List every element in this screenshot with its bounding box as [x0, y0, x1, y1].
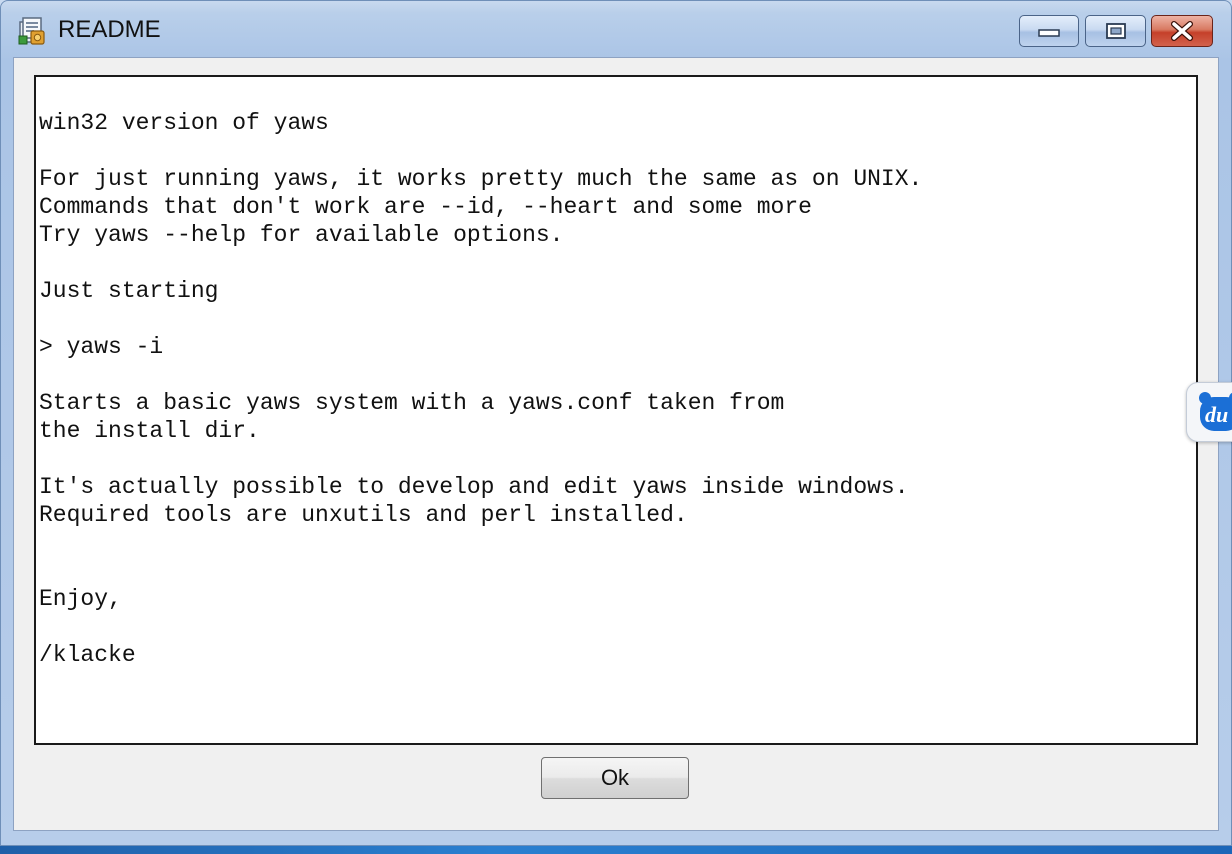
minimize-icon	[1038, 29, 1060, 37]
maximize-icon	[1105, 23, 1126, 39]
close-icon	[1171, 21, 1193, 41]
side-widget-label: du	[1205, 402, 1228, 427]
title-bar[interactable]: README	[1, 1, 1231, 57]
readme-window: README win32 version of yaws For just ru…	[0, 0, 1232, 846]
taskbar-strip	[0, 846, 1232, 854]
dialog-client-area: win32 version of yaws For just running y…	[13, 57, 1219, 831]
minimize-button[interactable]	[1019, 15, 1079, 47]
close-button[interactable]	[1151, 15, 1213, 47]
readme-text-area[interactable]: win32 version of yaws For just running y…	[34, 75, 1198, 745]
du-badge-icon: du	[1199, 392, 1232, 431]
maximize-button[interactable]	[1085, 15, 1146, 47]
app-icon	[18, 17, 45, 45]
side-floating-widget[interactable]: du	[1186, 382, 1232, 442]
readme-text: win32 version of yaws For just running y…	[39, 110, 923, 668]
ok-button[interactable]: Ok	[541, 757, 689, 799]
window-title: README	[58, 16, 161, 43]
